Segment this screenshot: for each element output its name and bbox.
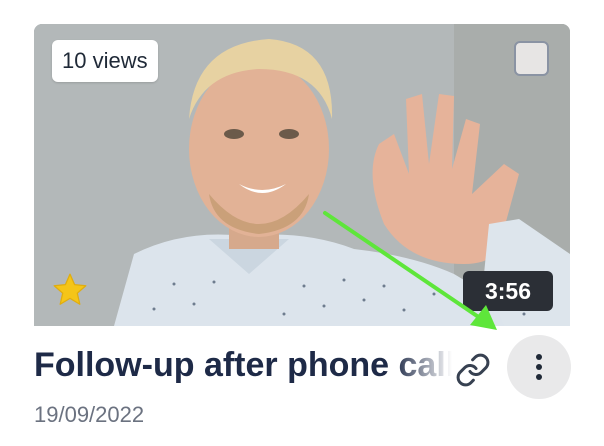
link-icon[interactable] xyxy=(455,352,491,388)
more-vertical-icon xyxy=(536,354,542,360)
more-options-button[interactable] xyxy=(507,335,571,399)
views-badge: 10 views xyxy=(52,40,158,82)
video-title[interactable]: Follow-up after phone call xyxy=(34,340,452,390)
more-vertical-icon-dot xyxy=(536,364,542,370)
more-vertical-icon-dot xyxy=(536,374,542,380)
select-checkbox[interactable] xyxy=(514,41,549,76)
video-date: 19/09/2022 xyxy=(34,402,145,427)
duration-badge: 3:56 xyxy=(463,271,553,311)
star-icon[interactable] xyxy=(51,271,89,309)
